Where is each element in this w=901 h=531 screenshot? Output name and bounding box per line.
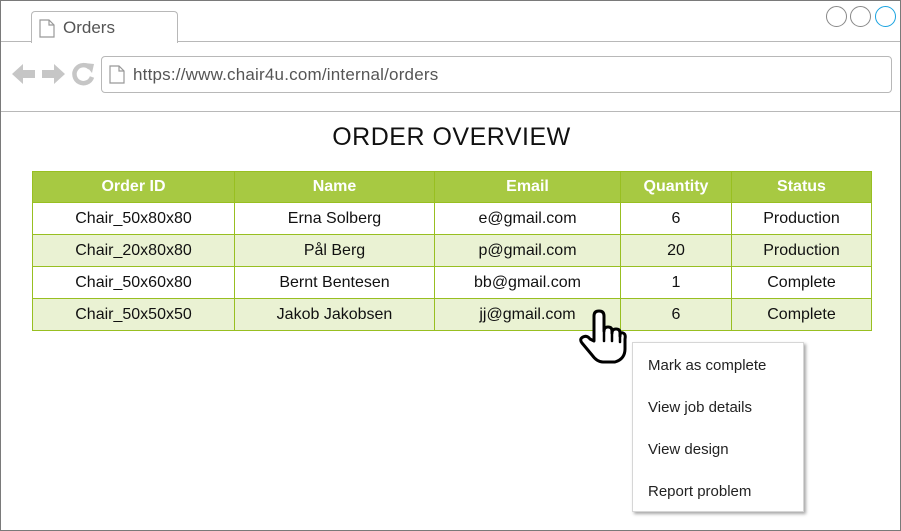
order-id-cell: Chair_50x80x80: [32, 202, 235, 235]
email-cell: e@gmail.com: [434, 202, 621, 235]
menu-item-view-design[interactable]: View design: [648, 441, 729, 458]
menu-item-report-problem[interactable]: Report problem: [648, 483, 751, 500]
name-cell: Erna Solberg: [234, 202, 435, 235]
quantity-cell: 6: [620, 298, 732, 331]
tab-label: Orders: [63, 18, 115, 37]
context-menu: Mark as complete View job details View d…: [632, 342, 804, 512]
hand-pointer-icon: [579, 309, 627, 370]
menu-item-view-job-details[interactable]: View job details: [648, 399, 752, 416]
status-cell: Production: [731, 234, 872, 267]
table-row[interactable]: Chair_50x50x50 Jakob Jakobsen jj@gmail.c…: [32, 298, 872, 331]
column-header-quantity[interactable]: Quantity: [620, 171, 732, 203]
column-header-name[interactable]: Name: [234, 171, 435, 203]
name-cell: Jakob Jakobsen: [234, 298, 435, 331]
table-row[interactable]: Chair_50x60x80 Bernt Bentesen bb@gmail.c…: [32, 266, 872, 299]
address-bar[interactable]: https://www.chair4u.com/internal/orders: [101, 56, 892, 93]
close-button[interactable]: [875, 6, 896, 27]
maximize-button[interactable]: [850, 6, 871, 27]
menu-item-mark-as-complete[interactable]: Mark as complete: [648, 357, 766, 374]
column-header-email[interactable]: Email: [434, 171, 621, 203]
page-icon: [109, 65, 125, 89]
back-arrow-icon[interactable]: [11, 61, 37, 92]
forward-arrow-icon[interactable]: [40, 61, 66, 92]
table-row[interactable]: Chair_20x80x80 Pål Berg p@gmail.com 20 P…: [32, 234, 872, 267]
quantity-cell: 1: [620, 266, 732, 299]
page-title: ORDER OVERVIEW: [332, 123, 571, 151]
quantity-cell: 6: [620, 202, 732, 235]
page-icon: [39, 19, 55, 43]
table-row[interactable]: Chair_50x80x80 Erna Solberg e@gmail.com …: [32, 202, 872, 235]
browser-window: Orders https://www.chair4u.com/internal/…: [0, 0, 901, 531]
order-id-cell: Chair_50x50x50: [32, 298, 235, 331]
minimize-button[interactable]: [826, 6, 847, 27]
reload-icon[interactable]: [70, 61, 96, 92]
column-header-status[interactable]: Status: [731, 171, 872, 203]
status-cell: Complete: [731, 298, 872, 331]
name-cell: Pål Berg: [234, 234, 435, 267]
table-header-row: Order ID Name Email Quantity Status: [32, 171, 872, 203]
tab-orders[interactable]: Orders: [31, 11, 178, 43]
order-id-cell: Chair_50x60x80: [32, 266, 235, 299]
browser-chrome: Orders https://www.chair4u.com/internal/…: [1, 1, 900, 112]
quantity-cell: 20: [620, 234, 732, 267]
orders-table: Order ID Name Email Quantity Status Chai…: [32, 171, 872, 331]
column-header-order-id[interactable]: Order ID: [32, 171, 235, 203]
order-id-cell: Chair_20x80x80: [32, 234, 235, 267]
status-cell: Production: [731, 202, 872, 235]
email-cell: p@gmail.com: [434, 234, 621, 267]
url-text: https://www.chair4u.com/internal/orders: [133, 65, 439, 84]
name-cell: Bernt Bentesen: [234, 266, 435, 299]
email-cell: bb@gmail.com: [434, 266, 621, 299]
status-cell: Complete: [731, 266, 872, 299]
